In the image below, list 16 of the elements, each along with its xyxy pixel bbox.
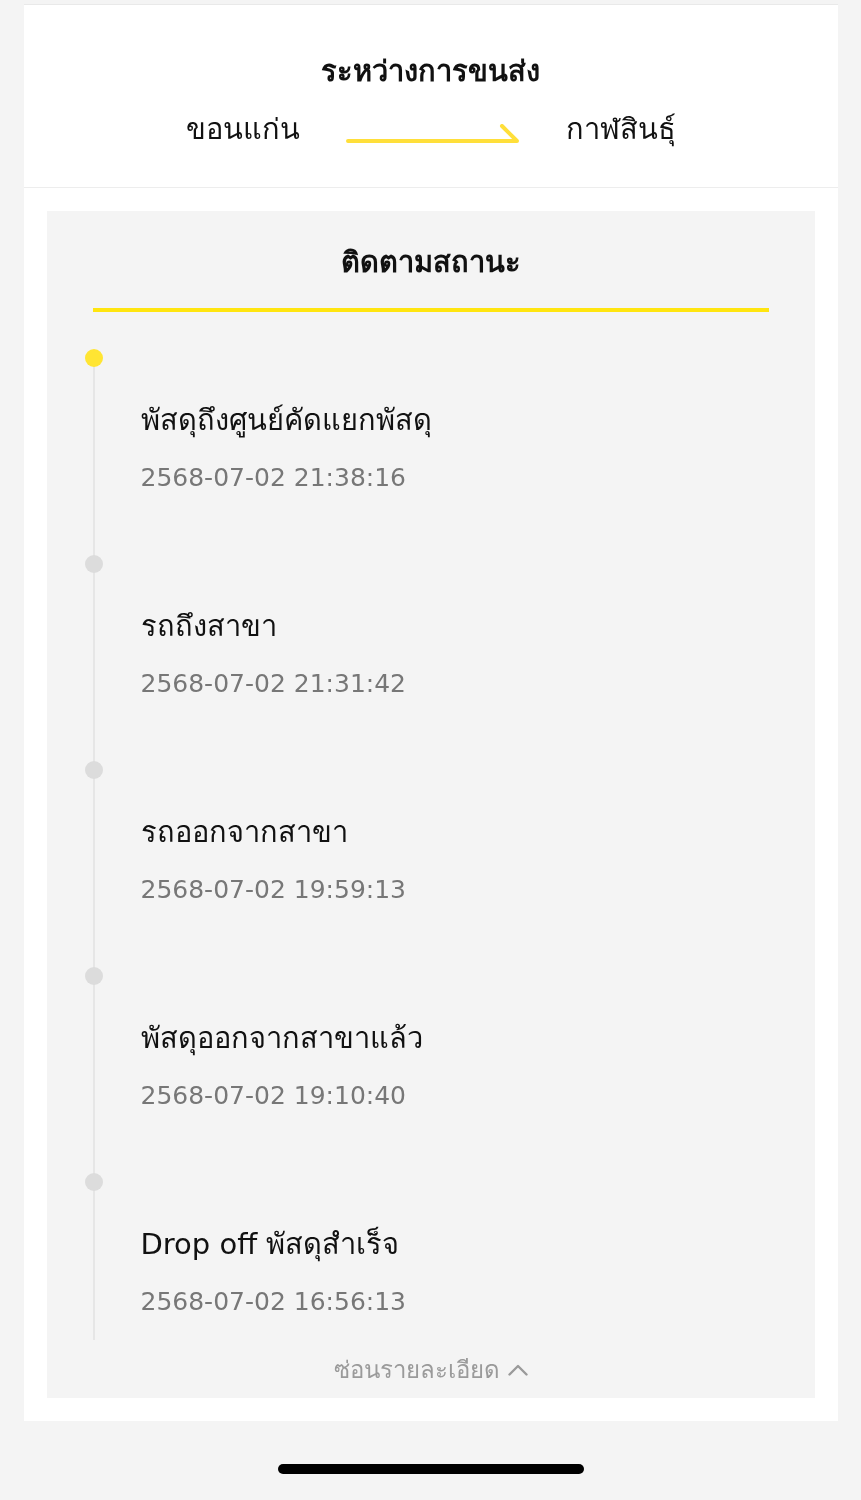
chevron-up-icon <box>507 1364 528 1376</box>
event-title: รถถึงสาขา <box>140 608 278 645</box>
event-time: 2568-07-02 19:59:13 <box>140 874 407 906</box>
event-title: พัสดุถึงศูนย์คัดแยกพัสดุ <box>140 402 433 440</box>
event-title: พัสดุออกจากสาขาแล้ว <box>140 1020 424 1058</box>
event-time: 2568-07-02 21:31:42 <box>140 668 407 700</box>
destination-city: กาฬสินธุ์ <box>565 111 676 149</box>
panel-title: ติดตามสถานะ <box>340 244 521 281</box>
event-title: Drop off พัสดุสำเร็จ <box>140 1225 401 1264</box>
shipment-status: ระหว่างการขนส่ง <box>321 53 540 90</box>
event-time: 2568-07-02 16:56:13 <box>140 1286 407 1318</box>
event-time: 2568-07-02 19:10:40 <box>140 1080 407 1112</box>
event-time: 2568-07-02 21:38:16 <box>140 462 407 494</box>
hide-details-button[interactable]: ซ่อนรายละเอียด <box>329 1352 532 1388</box>
event-title: รถออกจากสาขา <box>140 814 349 851</box>
origin-city: ขอนแก่น <box>185 111 300 148</box>
